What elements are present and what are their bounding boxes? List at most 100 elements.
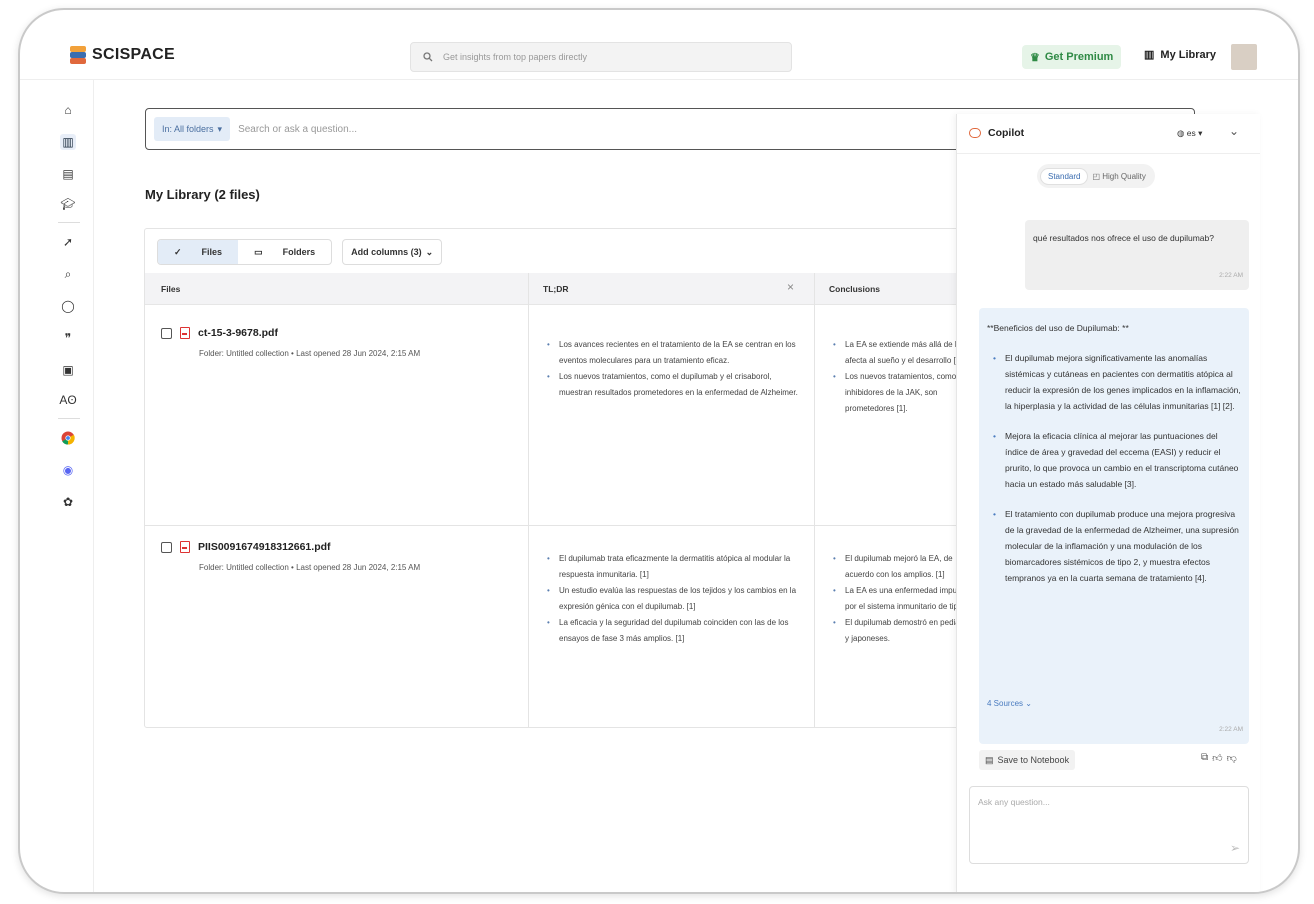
- rocket-icon[interactable]: ➚: [60, 234, 76, 250]
- scispace-logo-icon: [70, 46, 86, 64]
- tldr-cell: El dupilumab trata eficazmente la dermat…: [547, 551, 803, 647]
- assistant-points: El dupilumab mejora significativamente l…: [987, 350, 1241, 586]
- files-toggle-label: Files: [201, 247, 223, 257]
- get-premium-button[interactable]: ♛ Get Premium: [1022, 45, 1122, 69]
- conclusions-cell: El dupilumab mejoró la EA, de acuerdo co…: [833, 551, 973, 721]
- files-table: ✓ Files ▭ Folders Add columns (3) ⌄ Files …: [144, 228, 974, 728]
- discord-icon[interactable]: ◉: [60, 462, 76, 478]
- library-search-placeholder: Search or ask a question...: [238, 123, 358, 135]
- row-checkbox[interactable]: [161, 327, 172, 339]
- column-divider: [528, 273, 529, 727]
- language-selector[interactable]: ◍ es ▾: [1177, 128, 1202, 139]
- user-message: qué resultados nos ofrece el uso de dupi…: [1025, 220, 1249, 290]
- search-nav-icon[interactable]: ⌕: [60, 266, 76, 282]
- notebook-icon[interactable]: ▤: [60, 166, 76, 182]
- conclusion-point: La EA es una enfermedad impulsada por el…: [833, 583, 973, 615]
- feedback-actions: ⧉ 👍︎ 👎︎: [1201, 752, 1237, 764]
- save-to-notebook-button[interactable]: ▤ Save to Notebook: [979, 750, 1076, 770]
- high-quality-mode-button[interactable]: ◰ High Quality: [1092, 169, 1151, 184]
- conclusions-cell: La EA se extiende más allá de la piel y …: [833, 337, 973, 517]
- chat-icon[interactable]: ◯: [60, 298, 76, 314]
- tldr-point: El dupilumab trata eficazmente la dermat…: [547, 551, 803, 583]
- sidebar: ⌂ ▥ ▤ 🎓︎ ➚ ⌕ ◯ ❞ ▣ Aʘ ◉ ✿ ●: [20, 80, 94, 892]
- copilot-title-label: Copilot: [988, 127, 1025, 139]
- sidebar-divider: [58, 222, 80, 223]
- table-toolbar: ✓ Files ▭ Folders Add columns (3) ⌄: [157, 239, 443, 265]
- assistant-intro: **Beneficios del uso de Dupilumab: **: [987, 323, 1129, 333]
- high-quality-label: High Quality: [1102, 171, 1146, 181]
- assistant-point: Mejora la eficacia clínica al mejorar la…: [987, 428, 1241, 492]
- column-divider: [814, 273, 815, 727]
- premium-label: Get Premium: [1044, 51, 1114, 63]
- file-meta: Folder: Untitled collection • Last opene…: [199, 349, 421, 358]
- row-divider: [145, 525, 973, 526]
- tldr-point: Los nuevos tratamientos, como el dupilum…: [547, 369, 803, 401]
- send-icon[interactable]: ➢: [1230, 841, 1240, 855]
- profile-avatar[interactable]: [1231, 44, 1257, 70]
- column-header-conclusions[interactable]: Conclusions: [829, 284, 880, 294]
- search-icon: [423, 52, 433, 62]
- brand-name: SCISPACE: [92, 46, 176, 63]
- thumbs-down-icon[interactable]: 👎︎: [1227, 752, 1237, 764]
- language-label: es: [1186, 128, 1196, 138]
- caret-down-icon: ▾: [1198, 128, 1203, 138]
- table-header: Files TL;DR × Conclusions: [145, 273, 973, 305]
- home-icon[interactable]: ⌂: [60, 102, 76, 118]
- quality-toggle: Standard ◰ High Quality: [1037, 164, 1155, 188]
- openai-icon[interactable]: ✿: [60, 494, 76, 510]
- save-to-notebook-label: Save to Notebook: [997, 755, 1070, 765]
- assistant-message: **Beneficios del uso de Dupilumab: ** El…: [979, 308, 1249, 744]
- sources-toggle[interactable]: 4 Sources ⌄: [987, 696, 1032, 712]
- standard-mode-button[interactable]: Standard: [1040, 167, 1089, 185]
- copy-icon[interactable]: ⧉: [1201, 752, 1208, 764]
- copilot-icon: [969, 128, 981, 138]
- conclusion-point: Los nuevos tratamientos, como los inhibi…: [833, 369, 973, 417]
- thumbs-up-icon[interactable]: 👍︎: [1212, 752, 1222, 764]
- files-toggle[interactable]: ✓ Files: [158, 240, 239, 264]
- my-library-label: My Library: [1160, 48, 1217, 61]
- folders-toggle[interactable]: ▭ Folders: [238, 240, 331, 264]
- column-header-files[interactable]: Files: [161, 284, 180, 294]
- top-search-input[interactable]: Get insights from top papers directly: [410, 42, 792, 72]
- conclusion-point: El dupilumab demostró en pediátricos y j…: [833, 615, 973, 647]
- file-name[interactable]: PIIS0091674918312661.pdf: [198, 541, 331, 553]
- copilot-title: Copilot: [969, 127, 1024, 139]
- close-column-icon[interactable]: ×: [787, 280, 794, 294]
- tldr-point: La eficacia y la seguridad del dupilumab…: [547, 615, 803, 647]
- column-header-tldr[interactable]: TL;DR: [543, 284, 569, 294]
- my-library-button[interactable]: ▥ My Library: [1144, 48, 1217, 62]
- copilot-header: Copilot ◍ es ▾ ⌄: [957, 114, 1260, 154]
- table-row: PIIS0091674918312661.pdf Folder: Untitle…: [161, 541, 420, 572]
- document-icon[interactable]: ▣: [60, 362, 76, 378]
- user-message-text: qué resultados nos ofrece el uso de dupi…: [1033, 233, 1214, 243]
- row-checkbox[interactable]: [161, 541, 172, 553]
- assistant-point: El tratamiento con dupilumab produce una…: [987, 506, 1241, 586]
- table-row: ct-15-3-9678.pdf Folder: Untitled collec…: [161, 327, 420, 358]
- ask-question-placeholder: Ask any question...: [978, 797, 1050, 807]
- conclusion-point: La EA se extiende más allá de la piel y …: [833, 337, 973, 369]
- sources-label: 4 Sources: [987, 699, 1024, 708]
- folder-filter-dropdown[interactable]: In: All folders ▾: [154, 117, 231, 141]
- file-name[interactable]: ct-15-3-9678.pdf: [198, 327, 278, 339]
- folder-filter-label: In: All folders: [162, 124, 214, 134]
- tldr-cell: Los avances recientes en el tratamiento …: [547, 337, 803, 401]
- graduation-cap-icon[interactable]: 🎓︎: [60, 196, 76, 212]
- brand-logo[interactable]: SCISPACE: [70, 46, 175, 64]
- collapse-chevron-icon[interactable]: ⌄: [1229, 124, 1239, 138]
- top-search-placeholder: Get insights from top papers directly: [443, 52, 588, 62]
- quote-icon[interactable]: ❞: [60, 330, 76, 346]
- app-window: SCISPACE Get insights from top papers di…: [18, 8, 1300, 894]
- copilot-panel: Copilot ◍ es ▾ ⌄ Standard ◰ High Quality…: [956, 114, 1260, 892]
- add-columns-button[interactable]: Add columns (3) ⌄: [342, 239, 443, 265]
- crown-icon: ♛: [1030, 51, 1040, 64]
- pdf-file-icon: [180, 541, 190, 553]
- ask-question-input[interactable]: Ask any question... ➢: [969, 786, 1249, 864]
- assistant-point: El dupilumab mejora significativamente l…: [987, 350, 1241, 414]
- file-meta: Folder: Untitled collection • Last opene…: [199, 563, 421, 572]
- page-title: My Library (2 files): [145, 187, 260, 202]
- folders-toggle-label: Folders: [282, 247, 316, 257]
- ai-writer-icon[interactable]: Aʘ: [59, 392, 76, 408]
- chrome-extension-icon[interactable]: [60, 430, 76, 446]
- message-timestamp: 2:22 AM: [1219, 726, 1243, 733]
- library-nav-icon[interactable]: ▥: [60, 134, 76, 150]
